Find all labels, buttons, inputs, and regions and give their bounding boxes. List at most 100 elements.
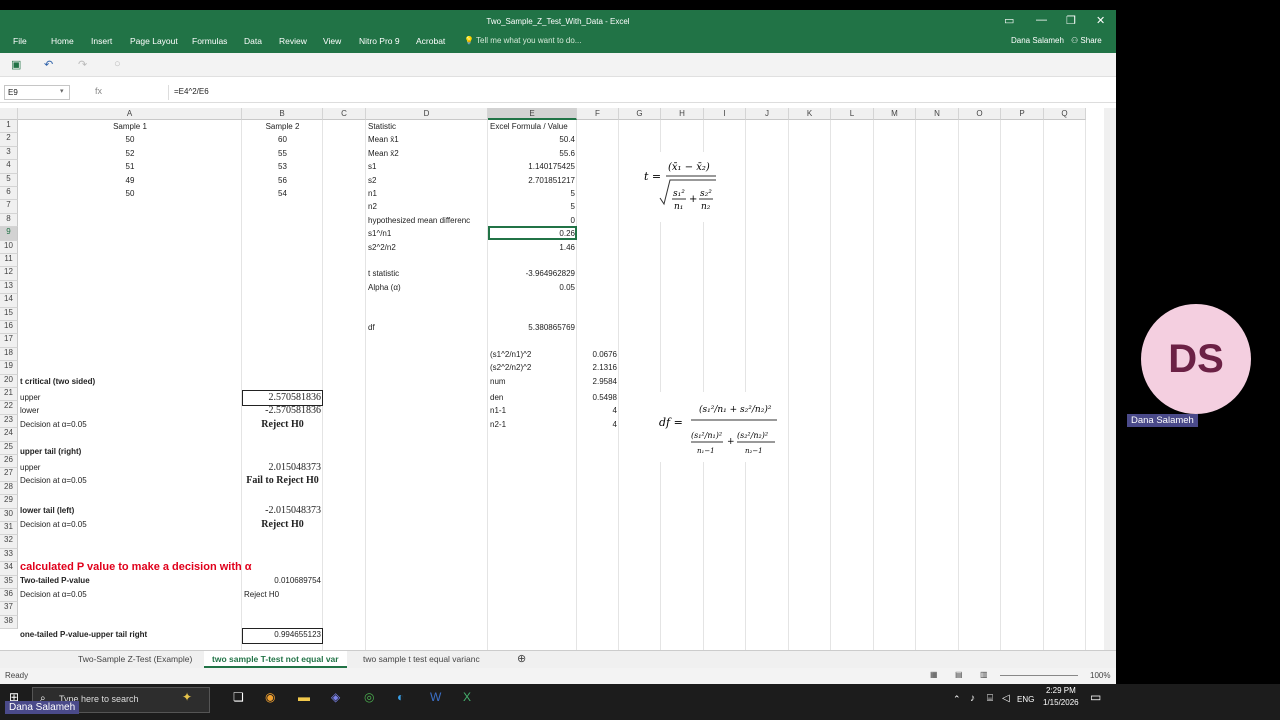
task-view-icon[interactable]: ❏ xyxy=(233,690,244,704)
row-header-35[interactable]: 35 xyxy=(0,575,18,589)
column-header-b[interactable]: B xyxy=(242,108,323,120)
formula-input[interactable]: =E4^2/E6 xyxy=(168,85,1112,100)
cell-a38[interactable]: one-tailed P-value-upper tail right xyxy=(20,628,240,641)
row-header-20[interactable]: 20 xyxy=(0,374,18,388)
word-icon[interactable]: W xyxy=(430,690,441,704)
row-header-36[interactable]: 36 xyxy=(0,589,18,603)
cell-d13[interactable]: Alpha (α) xyxy=(368,281,486,294)
cell-a26[interactable]: upper xyxy=(20,461,240,474)
row-header-17[interactable]: 17 xyxy=(0,334,18,348)
row-header-9[interactable]: 9 xyxy=(0,227,18,241)
row-header-31[interactable]: 31 xyxy=(0,522,18,536)
column-header-a[interactable]: A xyxy=(18,108,242,120)
cell-d1[interactable]: Statistic xyxy=(368,120,486,133)
add-sheet-icon[interactable]: ⊕ xyxy=(517,651,526,668)
row-header-32[interactable]: 32 xyxy=(0,535,18,549)
menu-review[interactable]: Review xyxy=(279,36,307,46)
cell-e20[interactable]: num xyxy=(490,375,575,388)
cell-b3[interactable]: 55 xyxy=(244,147,321,160)
save-icon[interactable]: ▣ xyxy=(11,58,21,71)
row-header-4[interactable]: 4 xyxy=(0,160,18,174)
cell-a22[interactable]: lower xyxy=(20,404,240,417)
cell-a1[interactable]: Sample 1 xyxy=(20,120,240,133)
row-header-37[interactable]: 37 xyxy=(0,602,18,616)
vertical-scrollbar[interactable] xyxy=(1104,108,1116,650)
cell-e8[interactable]: 0 xyxy=(490,214,575,227)
cell-d2[interactable]: Mean x̄1 xyxy=(368,133,486,146)
cell-a2[interactable]: 50 xyxy=(20,133,240,146)
cell-f23[interactable]: 4 xyxy=(579,418,617,431)
cell-e16[interactable]: 5.380865769 xyxy=(490,321,575,334)
language[interactable]: ENG xyxy=(1017,695,1034,704)
cell-e5[interactable]: 2.701851217 xyxy=(490,174,575,187)
row-header-25[interactable]: 25 xyxy=(0,441,18,455)
row-header-21[interactable]: 21 xyxy=(0,388,18,402)
network-icon[interactable]: ⌸ xyxy=(987,693,993,704)
row-header-13[interactable]: 13 xyxy=(0,280,18,295)
cell-a34[interactable]: Two-tailed P-value xyxy=(20,574,240,587)
row-header-16[interactable]: 16 xyxy=(0,321,18,335)
cell-b2[interactable]: 60 xyxy=(244,133,321,146)
column-header-f[interactable]: F xyxy=(577,108,619,120)
cell-a23[interactable]: Decision at α=0.05 xyxy=(20,418,240,431)
cell-a30[interactable]: Decision at α=0.05 xyxy=(20,518,240,531)
cell-f19[interactable]: 2.1316 xyxy=(579,361,617,374)
cell-e3[interactable]: 55.6 xyxy=(490,147,575,160)
cell-b5[interactable]: 56 xyxy=(244,174,321,187)
row-header-5[interactable]: 5 xyxy=(0,173,18,187)
column-header-g[interactable]: G xyxy=(619,108,661,120)
cell-f22[interactable]: 4 xyxy=(579,404,617,417)
row-header-29[interactable]: 29 xyxy=(0,495,18,509)
tell-me-search[interactable]: 💡 Tell me what you want to do... xyxy=(464,36,581,45)
row-header-8[interactable]: 8 xyxy=(0,213,18,228)
cell-b29[interactable]: -2.015048373 xyxy=(244,504,321,517)
cell-e19[interactable]: (s2^2/n2)^2 xyxy=(490,361,575,374)
menu-insert[interactable]: Insert xyxy=(91,36,112,46)
microphone-icon[interactable]: ♪ xyxy=(970,693,975,704)
row-header-26[interactable]: 26 xyxy=(0,455,18,469)
cell-e1[interactable]: Excel Formula / Value xyxy=(490,120,575,133)
row-header-1[interactable]: 1 xyxy=(0,120,18,134)
cell-a33[interactable]: calculated P value to make a decision wi… xyxy=(20,561,320,574)
cell-e18[interactable]: (s1^2/n1)^2 xyxy=(490,348,575,361)
close-icon[interactable]: ✕ xyxy=(1096,14,1105,27)
cell-f21[interactable]: 0.5498 xyxy=(579,391,617,404)
menu-file[interactable]: File xyxy=(13,36,27,46)
zoom-slider[interactable] xyxy=(1000,675,1078,676)
cell-e13[interactable]: 0.05 xyxy=(490,281,575,294)
cell-a29[interactable]: lower tail (left) xyxy=(20,504,240,517)
cell-d10[interactable]: s2^2/n2 xyxy=(368,241,486,254)
cell-d4[interactable]: s1 xyxy=(368,160,486,173)
minimize-icon[interactable]: — xyxy=(1036,14,1047,26)
row-header-12[interactable]: 12 xyxy=(0,267,18,281)
menu-home[interactable]: Home xyxy=(51,36,74,46)
tab-t-test-equal[interactable]: two sample t test equal varianc xyxy=(355,651,488,668)
cell-d7[interactable]: n2 xyxy=(368,200,486,213)
row-header-10[interactable]: 10 xyxy=(0,240,18,254)
column-header-i[interactable]: I xyxy=(704,108,746,120)
tab-t-test-not-equal[interactable]: two sample T-test not equal var xyxy=(204,651,347,668)
cell-a27[interactable]: Decision at α=0.05 xyxy=(20,474,240,487)
cell-e10[interactable]: 1.46 xyxy=(490,241,575,254)
row-header-27[interactable]: 27 xyxy=(0,468,18,482)
row-header-14[interactable]: 14 xyxy=(0,294,18,308)
row-header-18[interactable]: 18 xyxy=(0,347,18,362)
row-header-28[interactable]: 28 xyxy=(0,481,18,496)
cell-b1[interactable]: Sample 2 xyxy=(244,120,321,133)
row-header-7[interactable]: 7 xyxy=(0,200,18,214)
cell-e23[interactable]: n2-1 xyxy=(490,418,575,431)
redo-icon[interactable]: ↷ xyxy=(78,58,87,71)
cell-a6[interactable]: 50 xyxy=(20,187,240,200)
file-explorer-icon[interactable]: ▬ xyxy=(298,690,310,704)
cell-a25[interactable]: upper tail (right) xyxy=(20,445,240,458)
column-header-m[interactable]: M xyxy=(874,108,916,120)
share-button[interactable]: ⚇ Share xyxy=(1071,36,1102,45)
row-header-19[interactable]: 19 xyxy=(0,361,18,375)
column-header-q[interactable]: Q xyxy=(1044,108,1086,120)
row-header-2[interactable]: 2 xyxy=(0,133,18,147)
menu-nitro[interactable]: Nitro Pro 9 xyxy=(359,36,400,46)
row-header-6[interactable]: 6 xyxy=(0,187,18,201)
row-header-23[interactable]: 23 xyxy=(0,414,18,429)
menu-page-layout[interactable]: Page Layout xyxy=(130,36,178,46)
column-header-j[interactable]: J xyxy=(746,108,789,120)
